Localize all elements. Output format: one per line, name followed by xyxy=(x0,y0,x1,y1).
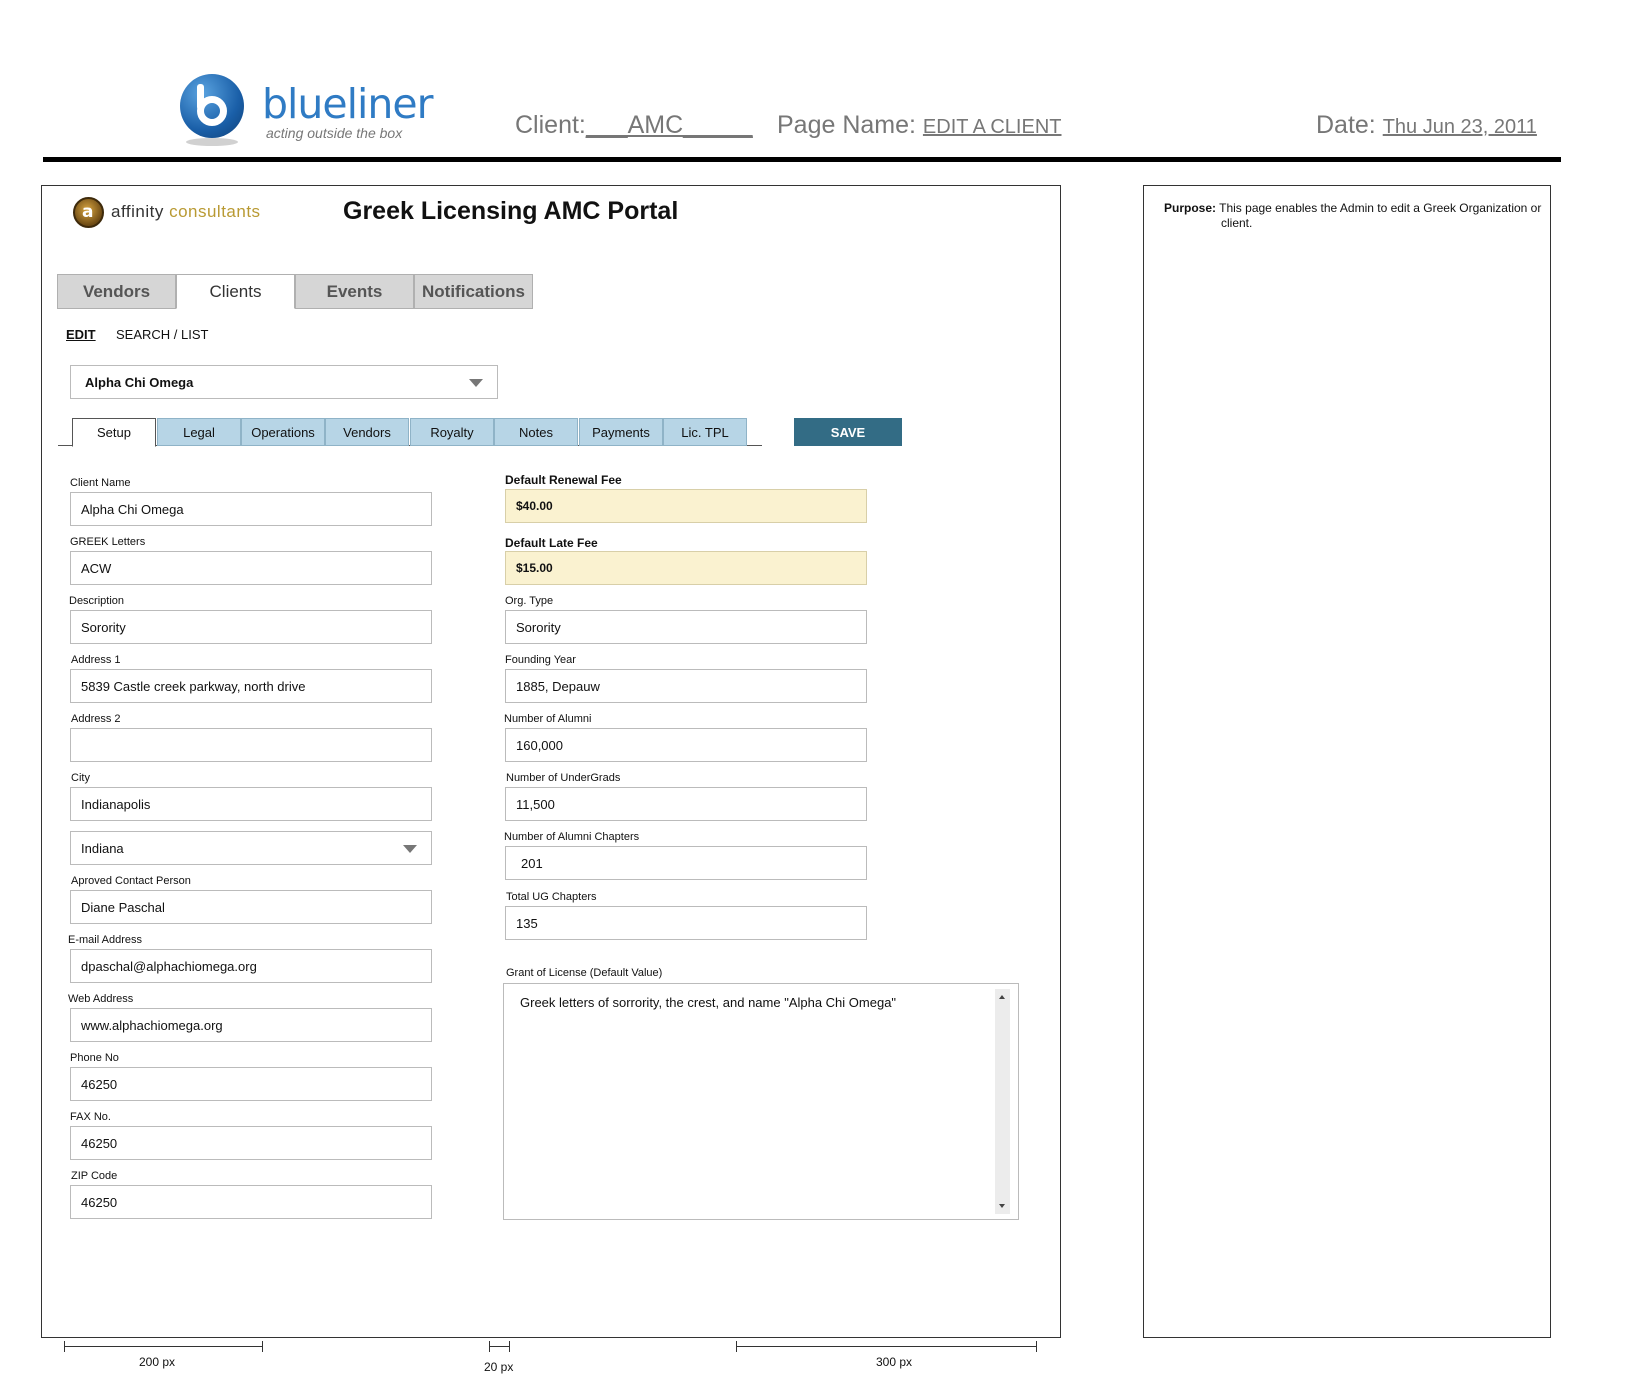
address1-label: Address 1 xyxy=(71,654,121,666)
subtab-lic-tpl[interactable]: Lic. TPL xyxy=(663,418,747,446)
fax-label: FAX No. xyxy=(70,1111,111,1123)
page-title: Greek Licensing AMC Portal xyxy=(343,197,679,225)
late-fee-label: Default Late Fee xyxy=(505,536,598,550)
subtab-royalty[interactable]: Royalty xyxy=(410,418,494,446)
state-select[interactable]: Indiana xyxy=(70,831,432,865)
notes-panel: Purpose: This page enables the Admin to … xyxy=(1143,185,1551,1338)
header-divider xyxy=(43,157,1561,162)
subtab-payments[interactable]: Payments xyxy=(579,418,663,446)
email-field[interactable]: dpaschal@alphachiomega.org xyxy=(70,949,432,983)
zip-label: ZIP Code xyxy=(71,1170,118,1182)
web-label: Web Address xyxy=(68,993,134,1005)
subnav-search-list[interactable]: SEARCH / LIST xyxy=(116,327,208,342)
client-select[interactable]: Alpha Chi Omega xyxy=(70,365,498,399)
zip-field[interactable]: 46250 xyxy=(70,1185,432,1219)
subtab-legal[interactable]: Legal xyxy=(157,418,241,446)
city-label: City xyxy=(71,772,90,784)
tab-clients[interactable]: Clients xyxy=(176,274,295,309)
fax-field[interactable]: 46250 xyxy=(70,1126,432,1160)
phone-label: Phone No xyxy=(70,1052,119,1064)
description-field[interactable]: Sorority xyxy=(70,610,432,644)
greek-letters-field[interactable]: ACW xyxy=(70,551,432,585)
undergrads-field[interactable]: 11,500 xyxy=(505,787,867,821)
founding-year-field[interactable]: 1885, Depauw xyxy=(505,669,867,703)
subnav-edit[interactable]: EDIT xyxy=(66,327,96,342)
alumni-label: Number of Alumni xyxy=(504,713,592,725)
contact-field[interactable]: Diane Paschal xyxy=(70,890,432,924)
greek-letters-label: GREEK Letters xyxy=(70,536,146,548)
brand-name: blueliner xyxy=(262,80,433,128)
org-type-field[interactable]: Sorority xyxy=(505,610,867,644)
client-label: Client: xyxy=(515,111,586,139)
tab-notifications[interactable]: Notifications xyxy=(414,274,533,309)
city-field[interactable]: Indianapolis xyxy=(70,787,432,821)
scroll-down-icon[interactable] xyxy=(999,1204,1005,1208)
address2-label: Address 2 xyxy=(71,713,121,725)
ug-chapters-field[interactable]: 135 xyxy=(505,906,867,940)
contact-label: Aproved Contact Person xyxy=(71,875,191,887)
tab-vendors[interactable]: Vendors xyxy=(57,274,176,309)
grant-label: Grant of License (Default Value) xyxy=(506,967,663,979)
subtab-vendors[interactable]: Vendors xyxy=(325,418,409,446)
grant-text: Greek letters of sorrority, the crest, a… xyxy=(520,995,897,1010)
chevron-down-icon xyxy=(403,845,417,853)
client-value: ___AMC_____ xyxy=(585,111,753,139)
subtab-notes[interactable]: Notes xyxy=(494,418,578,446)
email-label: E-mail Address xyxy=(68,934,142,946)
client-name-field[interactable]: Alpha Chi Omega xyxy=(70,492,432,526)
page-name-value: EDIT A CLIENT xyxy=(922,116,1062,138)
ruler-200px-label: 200 px xyxy=(139,1355,176,1369)
ug-chapters-label: Total UG Chapters xyxy=(506,891,597,903)
undergrads-label: Number of UnderGrads xyxy=(506,772,621,784)
state-select-value: Indiana xyxy=(81,840,124,856)
logo-shadow xyxy=(186,138,238,146)
ruler-20px-label: 20 px xyxy=(484,1360,514,1374)
renewal-fee-label: Default Renewal Fee xyxy=(505,473,622,487)
page-name-label: Page Name: xyxy=(777,111,916,139)
scroll-up-icon[interactable] xyxy=(999,995,1005,999)
tab-events[interactable]: Events xyxy=(295,274,414,309)
company-name-main: affinity xyxy=(111,202,164,221)
alumni-chapters-field[interactable]: 201 xyxy=(505,846,867,880)
client-name-label: Client Name xyxy=(70,477,131,489)
late-fee-field[interactable]: $15.00 xyxy=(505,551,867,585)
address2-field[interactable] xyxy=(70,728,432,762)
alumni-chapters-label: Number of Alumni Chapters xyxy=(504,831,640,843)
description-label: Description xyxy=(69,595,125,607)
brand-tagline: acting outside the box xyxy=(266,125,403,141)
page-name-meta: Page Name: EDIT A CLIENT xyxy=(777,111,1062,140)
grant-textarea[interactable]: Greek letters of sorrority, the crest, a… xyxy=(503,983,1019,1220)
renewal-fee-field[interactable]: $40.00 xyxy=(505,489,867,523)
date-label: Date: xyxy=(1316,111,1376,139)
subtab-operations[interactable]: Operations xyxy=(241,418,325,446)
alumni-field[interactable]: 160,000 xyxy=(505,728,867,762)
company-name: affinity consultants xyxy=(111,202,261,222)
phone-field[interactable]: 46250 xyxy=(70,1067,432,1101)
date-meta: Date: Thu Jun 23, 2011 xyxy=(1316,111,1537,140)
purpose-text: This page enables the Admin to edit a Gr… xyxy=(1219,201,1542,230)
client-meta: Client:___AMC_____ xyxy=(515,111,753,140)
date-value: Thu Jun 23, 2011 xyxy=(1382,116,1537,138)
affinity-logo-icon: a xyxy=(73,197,104,228)
ruler-200px xyxy=(64,1341,263,1352)
ruler-20px xyxy=(489,1341,510,1352)
blueliner-logo-icon xyxy=(180,74,244,138)
ruler-300px xyxy=(736,1341,1037,1352)
subtab-setup[interactable]: Setup xyxy=(72,418,156,447)
address1-field[interactable]: 5839 Castle creek parkway, north drive xyxy=(70,669,432,703)
affinity-logo-glyph: a xyxy=(82,202,94,222)
org-type-label: Org. Type xyxy=(505,595,554,607)
founding-year-label: Founding Year xyxy=(505,654,576,666)
company-name-accent: consultants xyxy=(169,202,261,221)
client-select-value: Alpha Chi Omega xyxy=(85,374,194,390)
ruler-300px-label: 300 px xyxy=(876,1355,913,1369)
purpose-label: Purpose: xyxy=(1164,201,1217,215)
web-field[interactable]: www.alphachiomega.org xyxy=(70,1008,432,1042)
purpose-note: Purpose: This page enables the Admin to … xyxy=(1164,201,1544,231)
chevron-down-icon xyxy=(469,379,483,387)
grant-scrollbar[interactable] xyxy=(995,989,1010,1214)
save-button[interactable]: SAVE xyxy=(794,418,902,446)
